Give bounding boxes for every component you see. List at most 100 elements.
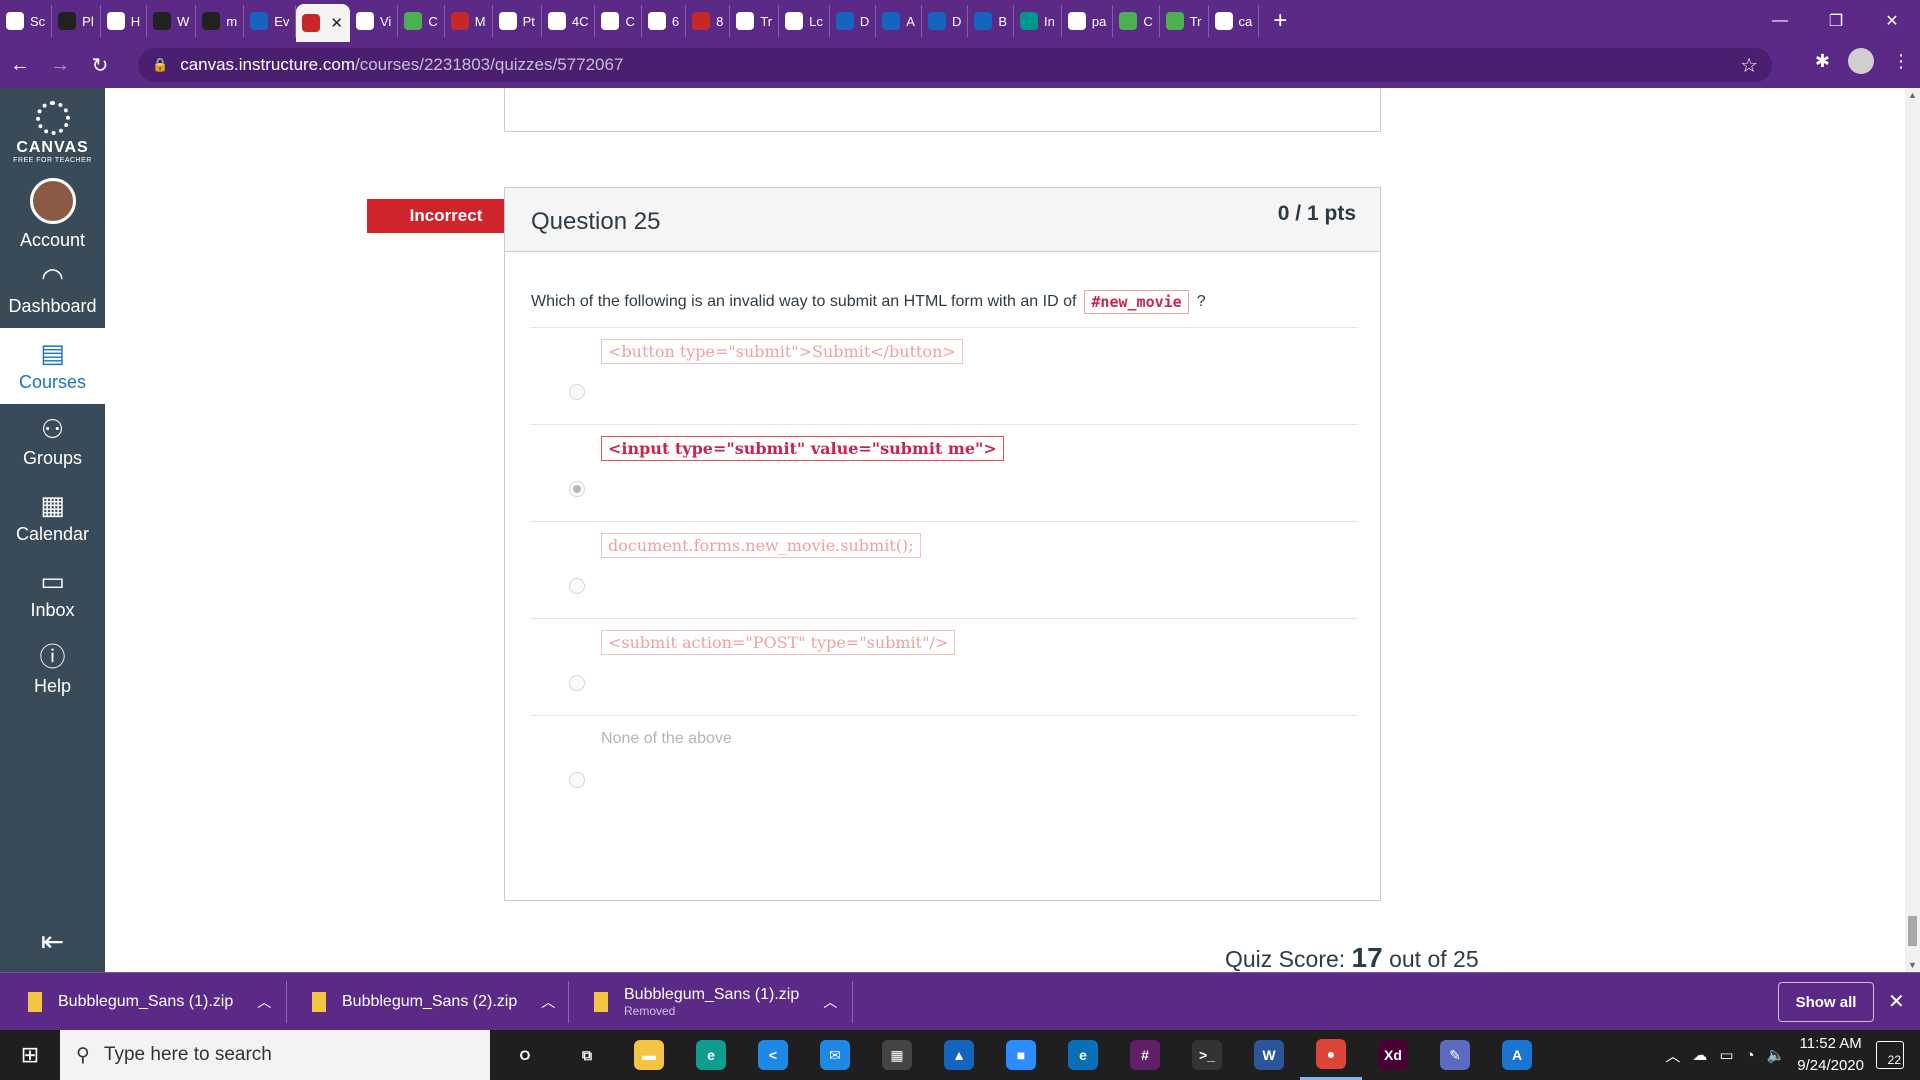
browser-tab[interactable]: Tr [730, 5, 780, 37]
radio-icon[interactable] [569, 772, 585, 788]
new-tab-icon[interactable]: + [1273, 7, 1287, 35]
scroll-up-icon[interactable]: ▲ [1905, 90, 1920, 100]
nav-item-account[interactable]: Account [0, 176, 105, 252]
nav-item-calendar[interactable]: ▦ Calendar [0, 480, 105, 556]
scroll-down-icon[interactable]: ▼ [1905, 960, 1920, 970]
browser-tab[interactable]: m [196, 5, 245, 37]
browser-tab[interactable]: C [595, 5, 642, 37]
taskbar-app[interactable]: Xd [1362, 1030, 1424, 1080]
nav-item-dashboard[interactable]: ◠ Dashboard [0, 252, 105, 328]
windows-start-icon[interactable]: ⊞ [0, 1030, 60, 1080]
browser-tab[interactable]: D [922, 5, 969, 37]
browser-tab[interactable]: ca [1209, 5, 1260, 37]
browser-tab[interactable]: A [876, 5, 922, 37]
browser-tab[interactable]: Ev [244, 5, 297, 37]
browser-tab[interactable]: In [1014, 5, 1062, 37]
close-window-icon[interactable]: ✕ [1864, 0, 1920, 42]
download-item[interactable]: Bubblegum_Sans (1).zip ︿ [28, 973, 271, 1031]
onedrive-icon[interactable]: ☁ [1692, 1046, 1707, 1064]
chevron-up-icon[interactable]: ︿ [823, 992, 837, 1012]
close-tab-icon[interactable]: ✕ [330, 14, 343, 32]
taskbar-app[interactable]: ⧉ [556, 1030, 618, 1080]
restore-icon[interactable]: ❐ [1808, 0, 1864, 42]
page-scrollbar[interactable]: ▲ ▼ [1905, 88, 1920, 972]
taskbar-app[interactable]: e [680, 1030, 742, 1080]
browser-tab[interactable]: W [147, 5, 197, 37]
browser-tab[interactable]: Tr [1160, 5, 1209, 37]
taskbar-search[interactable]: ⚲ Type here to search [60, 1030, 490, 1080]
browser-tab[interactable]: Pl [52, 5, 101, 37]
radio-icon[interactable] [569, 675, 585, 691]
taskbar-app[interactable]: # [1114, 1030, 1176, 1080]
taskbar-app[interactable]: ✉ [804, 1030, 866, 1080]
extensions-icon[interactable]: ✱ [1815, 51, 1830, 72]
taskbar-app[interactable]: >_ [1176, 1030, 1238, 1080]
vscode-icon: < [758, 1040, 788, 1070]
answer-option[interactable]: <button type="submit">Submit</button> [531, 327, 1357, 424]
browser-tab[interactable]: 8 [686, 5, 731, 37]
taskbar-app[interactable]: ● [1300, 1030, 1362, 1080]
browser-tab[interactable]: H [101, 5, 148, 37]
radio-icon[interactable] [569, 578, 585, 594]
notification-center-icon[interactable]: 22 [1876, 1041, 1904, 1069]
answer-option[interactable]: <input type="submit" value="submit me"> [531, 424, 1357, 521]
browser-tab[interactable]: Pt [493, 5, 542, 37]
answer-option[interactable]: <submit action="POST" type="submit"/> [531, 618, 1357, 715]
nav-item-help[interactable]: ⓘ Help [0, 632, 105, 708]
browser-tab[interactable]: C [1113, 5, 1160, 37]
download-item[interactable]: Bubblegum_Sans (2).zip ︿ [312, 973, 555, 1031]
browser-tab[interactable]: M [445, 5, 493, 37]
browser-tab[interactable]: B [968, 5, 1014, 37]
taskbar-clock[interactable]: 11:52 AM 9/24/2020 [1797, 1033, 1864, 1077]
taskbar-app[interactable]: O [494, 1030, 556, 1080]
chevron-up-icon[interactable]: ︿ [257, 992, 271, 1012]
taskbar-app[interactable]: ▬ [618, 1030, 680, 1080]
radio-selected-icon[interactable] [569, 481, 585, 497]
back-icon[interactable]: ← [0, 45, 40, 85]
tray-chevron-icon[interactable]: ︿ [1665, 1045, 1680, 1066]
menu-dots-icon[interactable]: ⋮ [1892, 51, 1910, 72]
browser-tab[interactable]: D [830, 5, 877, 37]
browser-tab[interactable]: 4C [542, 5, 596, 37]
taskbar-app[interactable]: ■ [990, 1030, 1052, 1080]
minimize-icon[interactable]: — [1752, 0, 1808, 42]
reload-icon[interactable]: ↻ [80, 45, 120, 85]
browser-tab[interactable]: 6 [642, 5, 687, 37]
download-item[interactable]: Bubblegum_Sans (1).zip Removed ︿ [594, 973, 837, 1031]
browser-tab[interactable]: pa [1062, 5, 1114, 37]
taskbar-app[interactable]: ▦ [866, 1030, 928, 1080]
chevron-up-icon[interactable]: ︿ [541, 992, 555, 1012]
windows-taskbar: ⊞ ⚲ Type here to search O ⧉ ▬ e < ✉ ▦ ▲ ■ e # >_ W ● X… [0, 1030, 1920, 1080]
browser-tab-label: D [859, 13, 870, 29]
nav-item-courses[interactable]: ▤ Courses [0, 328, 105, 404]
browser-tab[interactable]: Vi [350, 5, 399, 37]
close-download-bar-icon[interactable]: ✕ [1888, 989, 1905, 1014]
radio-icon[interactable] [569, 384, 585, 400]
taskbar-app[interactable]: e [1052, 1030, 1114, 1080]
browser-tab-active[interactable]: ✕ [296, 4, 350, 42]
taskbar-app[interactable]: ▲ [928, 1030, 990, 1080]
volume-icon[interactable]: 🔈 [1767, 1046, 1786, 1064]
taskbar-app[interactable]: W [1238, 1030, 1300, 1080]
scrollbar-thumb[interactable] [1908, 916, 1917, 946]
forward-icon[interactable]: → [40, 45, 80, 85]
browser-tab[interactable]: Sc [0, 5, 53, 37]
battery-icon[interactable]: ▭ [1719, 1046, 1733, 1064]
browser-tab[interactable]: Lc [779, 5, 830, 37]
browser-tab[interactable]: C [398, 5, 445, 37]
show-all-button[interactable]: Show all [1778, 982, 1874, 1022]
address-bar[interactable]: 🔒 canvas.instructure.com/courses/2231803… [138, 48, 1772, 82]
taskbar-app[interactable]: ✎ [1424, 1030, 1486, 1080]
taskbar-app[interactable]: A [1486, 1030, 1548, 1080]
taskbar-app[interactable]: < [742, 1030, 804, 1080]
nav-item-inbox[interactable]: ▭ Inbox [0, 556, 105, 632]
answer-option[interactable]: None of the above [531, 715, 1357, 812]
wifi-icon[interactable]: ◔ [1746, 1047, 1755, 1064]
collapse-nav-icon[interactable]: ⇤ [0, 925, 105, 958]
bookmark-star-icon[interactable]: ☆ [1740, 53, 1758, 78]
cortana-icon: O [519, 1047, 531, 1063]
profile-avatar-icon[interactable] [1848, 48, 1874, 74]
canvas-logo[interactable]: CANVAS FREE FOR TEACHER [0, 88, 105, 176]
nav-item-groups[interactable]: ⚇ Groups [0, 404, 105, 480]
answer-option[interactable]: document.forms.new_movie.submit(); [531, 521, 1357, 618]
